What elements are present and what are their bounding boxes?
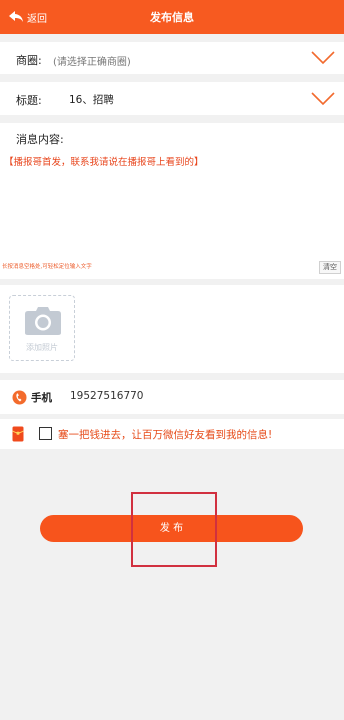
message-label: 消息内容:: [16, 133, 64, 146]
phone-row: 手机 19527516770: [0, 380, 344, 414]
category-row[interactable]: 标题: 16、招聘: [0, 82, 344, 115]
add-photo-label: 添加照片: [26, 343, 58, 352]
page-title: 发布信息: [150, 11, 194, 24]
chevron-down-icon[interactable]: [311, 51, 335, 65]
add-photo-button[interactable]: 添加照片: [9, 295, 75, 361]
header-bar: 返回 发布信息: [0, 0, 344, 34]
phone-label: 手机: [31, 392, 52, 404]
clear-button[interactable]: 清空: [319, 261, 341, 274]
message-label-row: 消息内容:: [0, 123, 344, 151]
chevron-down-icon[interactable]: [311, 92, 335, 106]
shangquan-placeholder: (请选择正确商圈): [53, 57, 131, 68]
shangquan-label: 商圈:: [16, 54, 42, 67]
camera-icon: [25, 307, 61, 335]
category-value: 16、招聘: [69, 94, 114, 106]
promo-row: 塞一把钱进去，让百万微信好友看到我的信息!: [0, 419, 344, 449]
phone-icon: [12, 390, 27, 405]
message-hint: 长按消息空格处,可轻松定位输入文字: [2, 264, 92, 270]
red-envelope-icon: [12, 426, 24, 442]
shangquan-row[interactable]: 商圈: (请选择正确商圈): [0, 42, 344, 74]
category-label: 标题:: [16, 94, 42, 107]
highlight-box: [131, 492, 217, 567]
phone-value[interactable]: 19527516770: [70, 390, 144, 402]
promo-checkbox[interactable]: [39, 427, 52, 440]
photo-area: 添加照片: [0, 285, 344, 373]
message-text[interactable]: 【播报哥首发，联系我请说在播报哥上看到的】: [4, 156, 340, 170]
message-textarea[interactable]: 【播报哥首发，联系我请说在播报哥上看到的】 长按消息空格处,可轻松定位输入文字 …: [0, 151, 344, 279]
promo-text: 塞一把钱进去，让百万微信好友看到我的信息!: [58, 429, 273, 441]
